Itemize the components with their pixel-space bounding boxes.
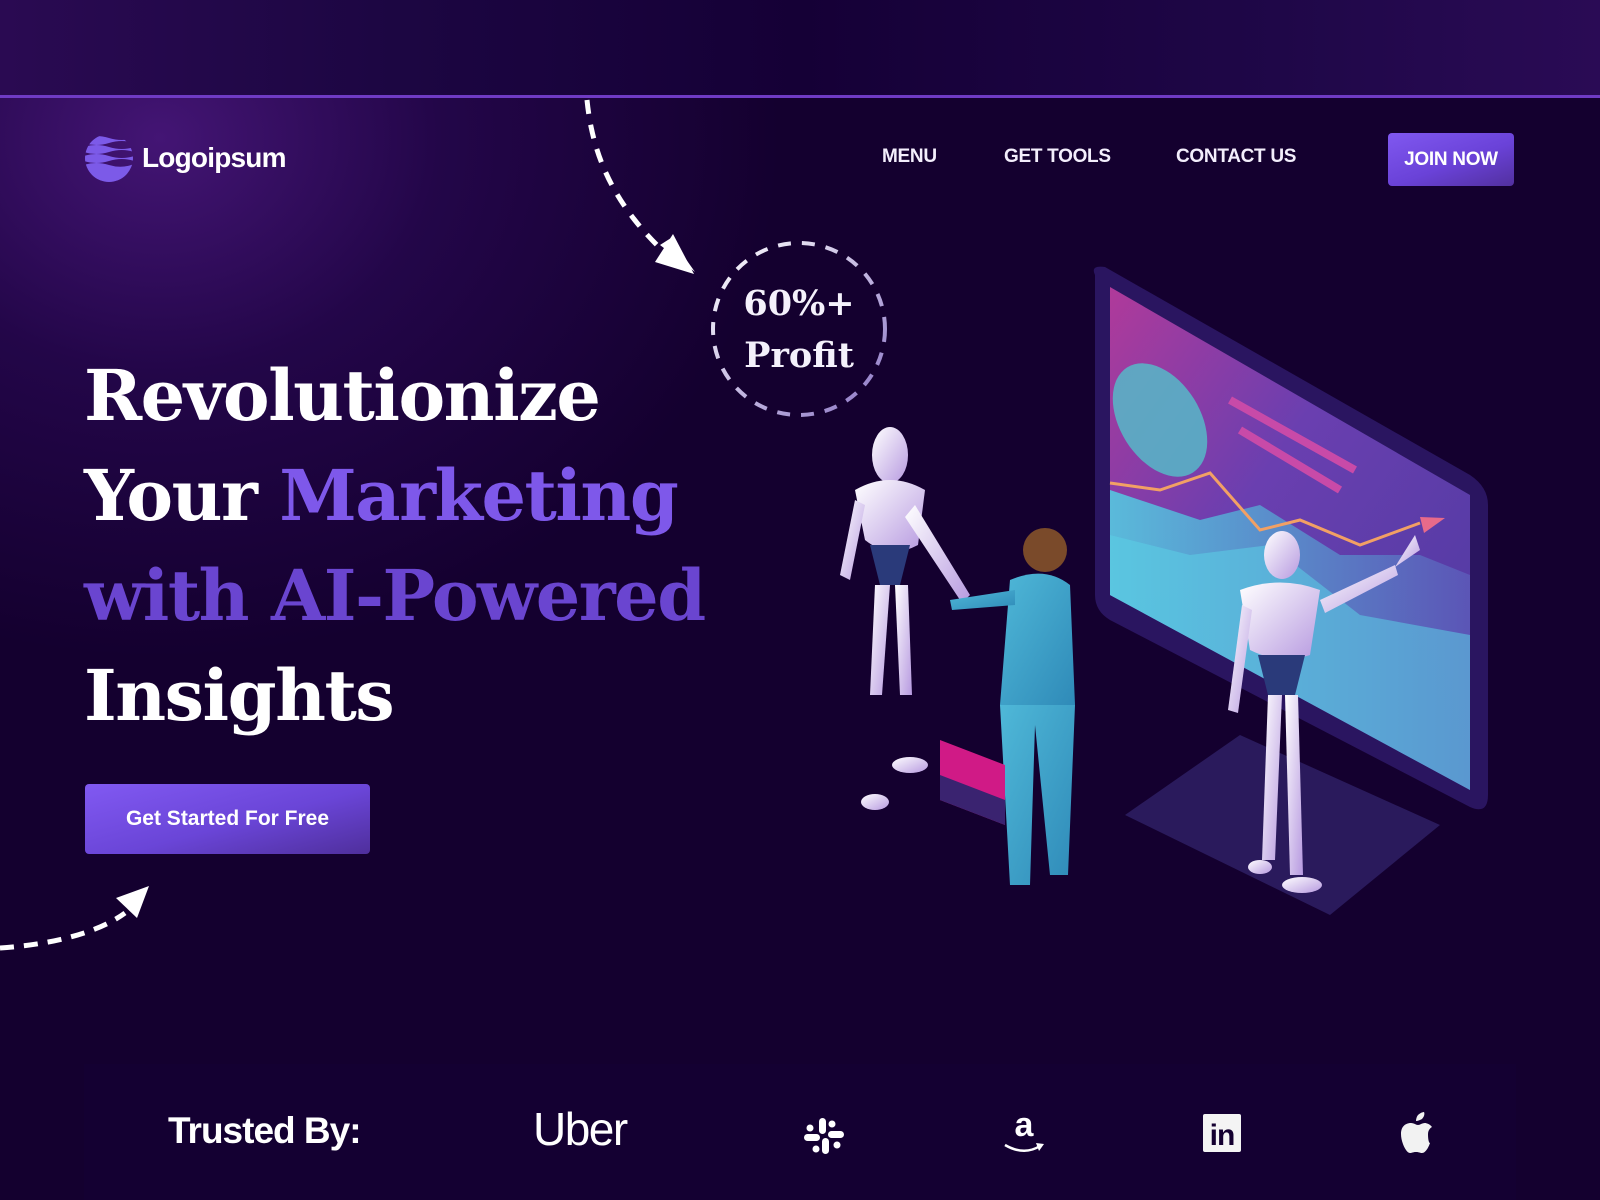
headline-line-4: Insights (84, 654, 395, 737)
get-started-button[interactable]: Get Started For Free (85, 784, 370, 854)
linkedin-icon: in (1203, 1114, 1241, 1152)
hero-headline: Revolutionize Your Marketing with AI-Pow… (84, 346, 706, 746)
headline-line-2-accent: Marketing (279, 454, 679, 537)
headline-line-1: Revolutionize (84, 354, 601, 437)
join-now-button[interactable]: JOIN NOW (1388, 133, 1514, 186)
top-banner (0, 0, 1600, 96)
apple-icon (1401, 1112, 1432, 1153)
logo-text: Logoipsum (142, 142, 286, 173)
amazon-icon: a (1002, 1108, 1046, 1156)
amazon-smile-icon (1004, 1143, 1044, 1152)
headline-line-2: Your Marketing (84, 446, 705, 546)
hero-illustration (840, 266, 1488, 915)
logo[interactable]: Logoipsum (84, 133, 286, 183)
headline-line-3: with AI-Powered (84, 554, 706, 637)
slack-icon (804, 1118, 844, 1154)
nav-contact-us[interactable]: CONTACT US (1176, 146, 1296, 168)
wave-globe-logo-icon (85, 136, 133, 182)
nav-menu[interactable]: MENU (882, 146, 937, 168)
trusted-by-label: Trusted By: (168, 1110, 362, 1151)
nav-get-tools[interactable]: GET TOOLS (1004, 146, 1111, 168)
uber-logo: Uber (533, 1103, 628, 1155)
headline-line-2-white: Your (84, 454, 280, 537)
